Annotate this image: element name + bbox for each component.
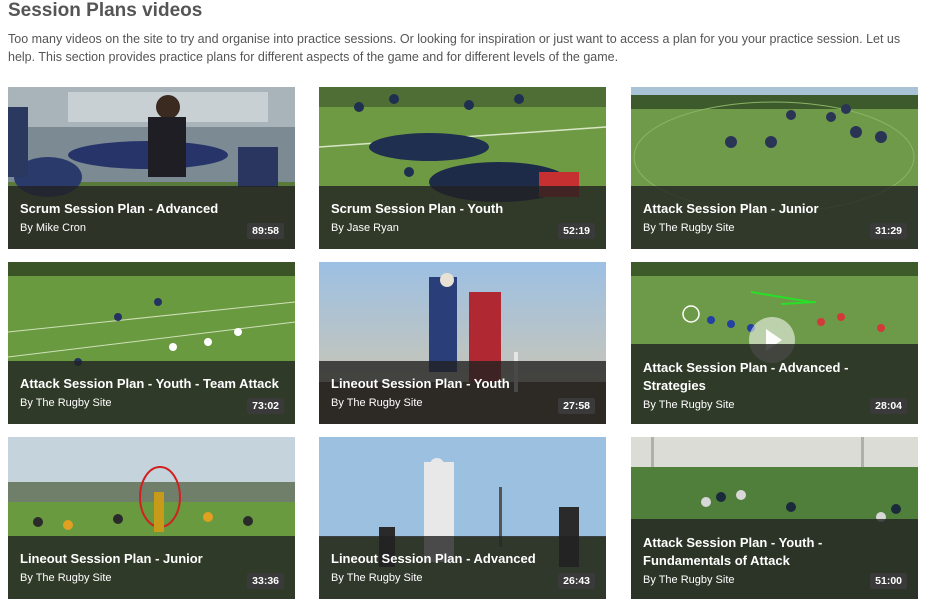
duration-badge: 26:43 <box>558 573 595 589</box>
card-caption: Attack Session Plan - Youth - Team Attac… <box>8 361 295 424</box>
video-author: By The Rugby Site <box>643 574 735 586</box>
video-title[interactable]: Attack Session Plan - Junior <box>643 200 906 218</box>
video-author: By The Rugby Site <box>331 397 423 409</box>
video-card-lineout-advanced[interactable]: Lineout Session Plan - Advanced By The R… <box>319 437 606 599</box>
duration-badge: 28:04 <box>870 398 907 414</box>
video-title[interactable]: Attack Session Plan - Advanced - Strateg… <box>643 359 906 395</box>
video-card-lineout-youth[interactable]: Lineout Session Plan - Youth By The Rugb… <box>319 262 606 424</box>
video-card-scrum-advanced[interactable]: Scrum Session Plan - Advanced By Mike Cr… <box>8 87 295 249</box>
duration-badge: 51:00 <box>870 573 907 589</box>
video-card-attack-junior[interactable]: Attack Session Plan - Junior By The Rugb… <box>631 87 918 249</box>
video-title[interactable]: Lineout Session Plan - Junior <box>20 550 283 568</box>
video-title[interactable]: Lineout Session Plan - Advanced <box>331 550 594 568</box>
duration-badge: 52:19 <box>558 223 595 239</box>
duration-badge: 73:02 <box>247 398 284 414</box>
video-author: By Jase Ryan <box>331 222 399 234</box>
video-title[interactable]: Scrum Session Plan - Advanced <box>20 200 283 218</box>
video-card-attack-youth-fundamentals[interactable]: Attack Session Plan - Youth - Fundamenta… <box>631 437 918 599</box>
video-author: By Mike Cron <box>20 222 87 234</box>
page-title: Session Plans videos <box>8 0 203 21</box>
video-author: By The Rugby Site <box>20 572 112 584</box>
video-title[interactable]: Scrum Session Plan - Youth <box>331 200 594 218</box>
card-caption: Lineout Session Plan - Advanced By The R… <box>319 536 606 599</box>
video-author: By The Rugby Site <box>643 399 735 411</box>
card-caption: Lineout Session Plan - Youth By The Rugb… <box>319 361 606 424</box>
video-card-attack-advanced-strategies[interactable]: Attack Session Plan - Advanced - Strateg… <box>631 262 918 424</box>
card-caption: Lineout Session Plan - Junior By The Rug… <box>8 536 295 599</box>
duration-badge: 31:29 <box>870 223 907 239</box>
video-card-scrum-youth[interactable]: Scrum Session Plan - Youth By Jase Ryan … <box>319 87 606 249</box>
video-title[interactable]: Lineout Session Plan - Youth <box>331 375 594 393</box>
video-card-lineout-junior[interactable]: Lineout Session Plan - Junior By The Rug… <box>8 437 295 599</box>
video-author: By The Rugby Site <box>643 222 735 234</box>
card-caption: Scrum Session Plan - Youth By Jase Ryan <box>319 186 606 249</box>
intro-text: Too many videos on the site to try and o… <box>8 32 901 64</box>
duration-badge: 89:58 <box>247 223 284 239</box>
video-title[interactable]: Attack Session Plan - Youth - Fundamenta… <box>643 534 906 570</box>
duration-badge: 33:36 <box>247 573 284 589</box>
card-caption: Scrum Session Plan - Advanced By Mike Cr… <box>8 186 295 249</box>
card-caption: Attack Session Plan - Junior By The Rugb… <box>631 186 918 249</box>
video-author: By The Rugby Site <box>20 397 112 409</box>
duration-badge: 27:58 <box>558 398 595 414</box>
video-author: By The Rugby Site <box>331 572 423 584</box>
video-title[interactable]: Attack Session Plan - Youth - Team Attac… <box>20 375 283 393</box>
video-card-attack-youth-team[interactable]: Attack Session Plan - Youth - Team Attac… <box>8 262 295 424</box>
